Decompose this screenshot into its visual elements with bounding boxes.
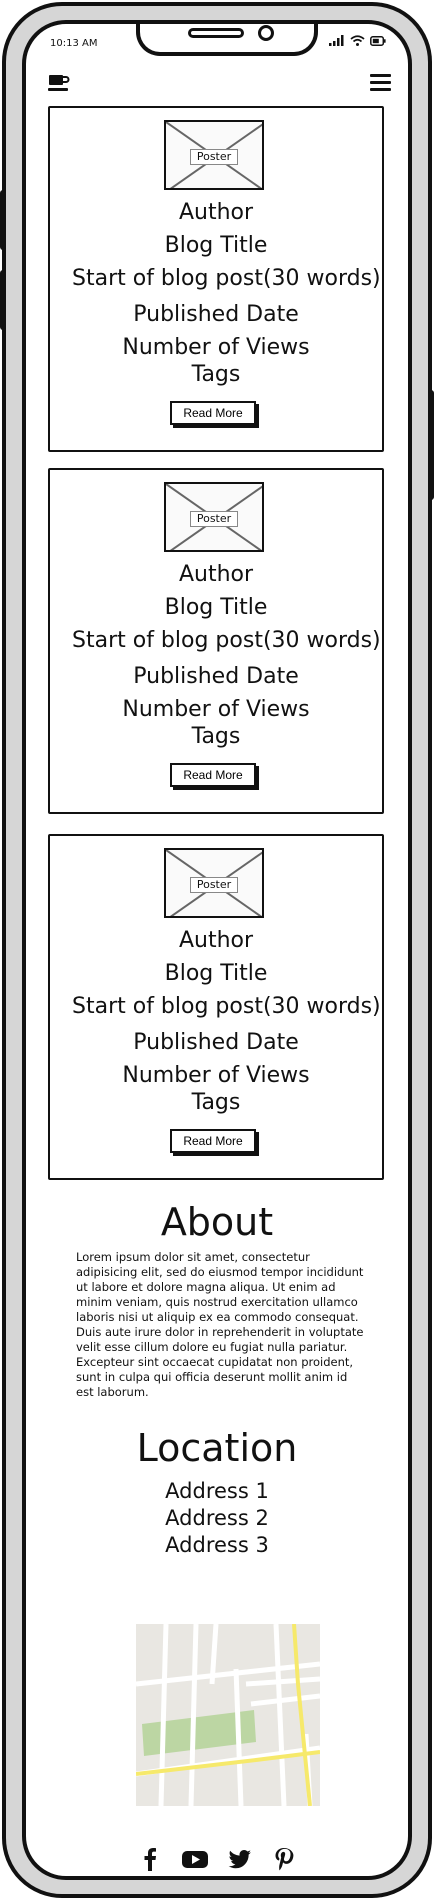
status-icons xyxy=(329,35,386,46)
phone-notch xyxy=(136,24,318,56)
wifi-icon xyxy=(350,35,365,46)
twitter-icon[interactable] xyxy=(227,1846,253,1872)
address-line: Address 2 xyxy=(165,1506,269,1530)
poster-label: Poster xyxy=(190,877,238,893)
blog-card: Poster Author Blog Title Start of blog p… xyxy=(48,468,384,814)
social-links xyxy=(26,1846,408,1872)
post-published-date: Published Date xyxy=(133,302,299,327)
read-more-button[interactable]: Read More xyxy=(170,401,256,425)
read-more-button[interactable]: Read More xyxy=(170,1129,256,1153)
read-more-button[interactable]: Read More xyxy=(170,763,256,787)
camera-icon xyxy=(258,25,274,41)
location-heading: Location xyxy=(136,1426,298,1470)
post-views: Number of Views xyxy=(122,335,310,360)
about-text: Lorem ipsum dolor sit amet, consectetur … xyxy=(76,1250,364,1399)
post-title: Blog Title xyxy=(164,595,268,620)
app-header xyxy=(26,72,408,102)
post-tags: Tags xyxy=(191,362,241,387)
phone-side-button-left xyxy=(0,190,6,250)
phone-side-button-left-2 xyxy=(0,270,6,330)
poster-label: Poster xyxy=(190,511,238,527)
post-title: Blog Title xyxy=(164,961,268,986)
post-views: Number of Views xyxy=(122,697,310,722)
post-author: Author xyxy=(178,562,254,587)
post-tags: Tags xyxy=(191,724,241,749)
youtube-icon[interactable] xyxy=(181,1846,209,1872)
post-published-date: Published Date xyxy=(133,664,299,689)
poster-label: Poster xyxy=(190,149,238,165)
poster-image: Poster xyxy=(164,848,264,918)
poster-image: Poster xyxy=(164,120,264,190)
coffee-cup-icon[interactable] xyxy=(48,72,70,92)
post-excerpt: Start of blog post(30 words) xyxy=(72,628,381,653)
pinterest-icon[interactable] xyxy=(271,1846,297,1872)
poster-image: Poster xyxy=(164,482,264,552)
speaker-icon xyxy=(188,28,244,38)
map[interactable] xyxy=(135,1623,321,1807)
blog-card: Poster Author Blog Title Start of blog p… xyxy=(48,106,384,452)
battery-icon xyxy=(370,36,386,46)
post-excerpt: Start of blog post(30 words) xyxy=(72,266,381,291)
post-title: Blog Title xyxy=(164,233,268,258)
map-icon xyxy=(135,1623,321,1807)
address-line: Address 1 xyxy=(165,1479,269,1503)
post-views: Number of Views xyxy=(122,1063,310,1088)
phone-side-button-right xyxy=(428,390,434,500)
status-time: 10:13 AM xyxy=(50,38,98,49)
post-published-date: Published Date xyxy=(133,1030,299,1055)
post-tags: Tags xyxy=(191,1090,241,1115)
post-author: Author xyxy=(178,200,254,225)
facebook-icon[interactable] xyxy=(137,1846,163,1872)
blog-card: Poster Author Blog Title Start of blog p… xyxy=(48,834,384,1180)
phone-screen: 10:13 AM Poster Author Blog Title Start … xyxy=(22,20,412,1880)
address-line: Address 3 xyxy=(165,1533,269,1557)
hamburger-menu-icon[interactable] xyxy=(370,72,392,92)
post-excerpt: Start of blog post(30 words) xyxy=(72,994,381,1019)
signal-icon xyxy=(329,35,344,46)
about-heading: About xyxy=(160,1200,274,1244)
post-author: Author xyxy=(178,928,254,953)
